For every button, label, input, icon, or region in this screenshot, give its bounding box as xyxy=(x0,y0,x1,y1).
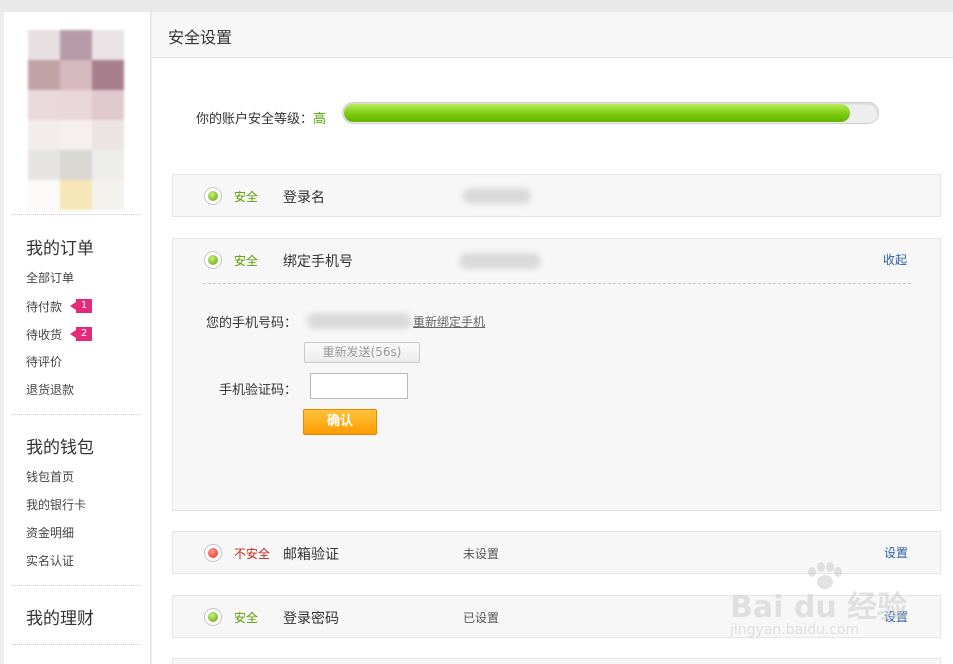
row-title: 邮箱验证 xyxy=(283,547,339,563)
status-label: 不安全 xyxy=(234,547,271,561)
sidebar-link-bank-cards[interactable]: 我的银行卡 xyxy=(26,496,86,513)
confirm-button[interactable]: 确认 xyxy=(303,409,377,435)
row-value: 未设置 xyxy=(463,547,500,561)
rebind-phone-link[interactable]: 重新绑定手机 xyxy=(413,313,485,330)
security-level-label-text: 你的账户安全等级： xyxy=(196,112,314,127)
sidebar-divider xyxy=(12,585,140,586)
sidebar-link-pending-receipt[interactable]: 待收货 xyxy=(26,326,62,343)
row-title: 登录名 xyxy=(283,190,325,206)
status-safe-icon xyxy=(204,187,222,205)
sidebar-link-wallet-home[interactable]: 钱包首页 xyxy=(26,468,74,485)
sidebar-divider xyxy=(12,644,140,645)
sidebar: 我的订单 全部订单 待付款 1 待收货 2 待评价 退货退款 我的钱包 钱包首页… xyxy=(4,12,151,664)
collapse-link[interactable]: 收起 xyxy=(883,251,907,268)
security-row-partial xyxy=(172,658,941,664)
status-label: 安全 xyxy=(234,254,259,268)
status-unsafe-icon xyxy=(204,544,222,562)
avatar[interactable] xyxy=(28,30,124,210)
security-level-label: 你的账户安全等级：高 xyxy=(196,108,326,127)
status-safe-icon xyxy=(204,251,222,269)
main-header: 安全设置 xyxy=(152,12,953,58)
security-level-value: 高 xyxy=(313,112,327,127)
security-row-phone: 安全 绑定手机号 收起 您的手机号码： 重新绑定手机 重新发送(56s) 手机验… xyxy=(172,238,941,511)
sidebar-link-pending-payment[interactable]: 待付款 xyxy=(26,298,62,315)
status-label: 安全 xyxy=(234,611,259,625)
sidebar-divider xyxy=(12,214,140,215)
sidebar-heading-finance[interactable]: 我的理财 xyxy=(26,604,94,629)
row-title: 登录密码 xyxy=(283,611,339,627)
security-level-bar xyxy=(342,102,879,124)
verification-code-input[interactable] xyxy=(310,373,408,399)
sidebar-link-real-name-auth[interactable]: 实名认证 xyxy=(26,552,74,569)
top-strip xyxy=(0,0,953,12)
masked-phone-number-full xyxy=(307,313,411,329)
set-email-link[interactable]: 设置 xyxy=(884,544,908,561)
watermark-url: jingyan.baidu.com xyxy=(730,622,860,638)
watermark-main-text: Bai du 经验 xyxy=(730,590,908,625)
sidebar-link-returns[interactable]: 退货退款 xyxy=(26,381,74,398)
baidu-jingyan-watermark: Bai du 经验 jingyan.baidu.com xyxy=(730,562,945,654)
resend-code-button[interactable]: 重新发送(56s) xyxy=(304,342,420,363)
sidebar-heading-wallet: 我的钱包 xyxy=(26,438,94,458)
status-safe-icon xyxy=(204,608,222,626)
sidebar-heading-orders: 我的订单 xyxy=(26,239,94,259)
status-label: 安全 xyxy=(234,190,259,204)
row-title: 绑定手机号 xyxy=(283,254,353,270)
page-title: 安全设置 xyxy=(168,28,233,47)
masked-phone-number xyxy=(459,253,541,269)
sidebar-link-fund-details[interactable]: 资金明细 xyxy=(26,524,74,541)
sidebar-link-pending-review[interactable]: 待评价 xyxy=(26,353,62,370)
verification-code-label: 手机验证码： xyxy=(218,383,297,398)
sidebar-divider xyxy=(12,414,140,415)
security-level-bar-fill xyxy=(344,104,850,122)
sidebar-link-all-orders[interactable]: 全部订单 xyxy=(26,269,74,286)
pending-payment-badge: 1 xyxy=(70,299,92,313)
masked-login-name xyxy=(463,188,531,204)
dashed-divider xyxy=(203,283,911,284)
phone-number-label: 您的手机号码： xyxy=(205,316,297,331)
pending-receipt-badge: 2 xyxy=(70,327,92,341)
row-value: 已设置 xyxy=(463,611,500,625)
security-row-login-name: 安全 登录名 xyxy=(172,174,941,217)
